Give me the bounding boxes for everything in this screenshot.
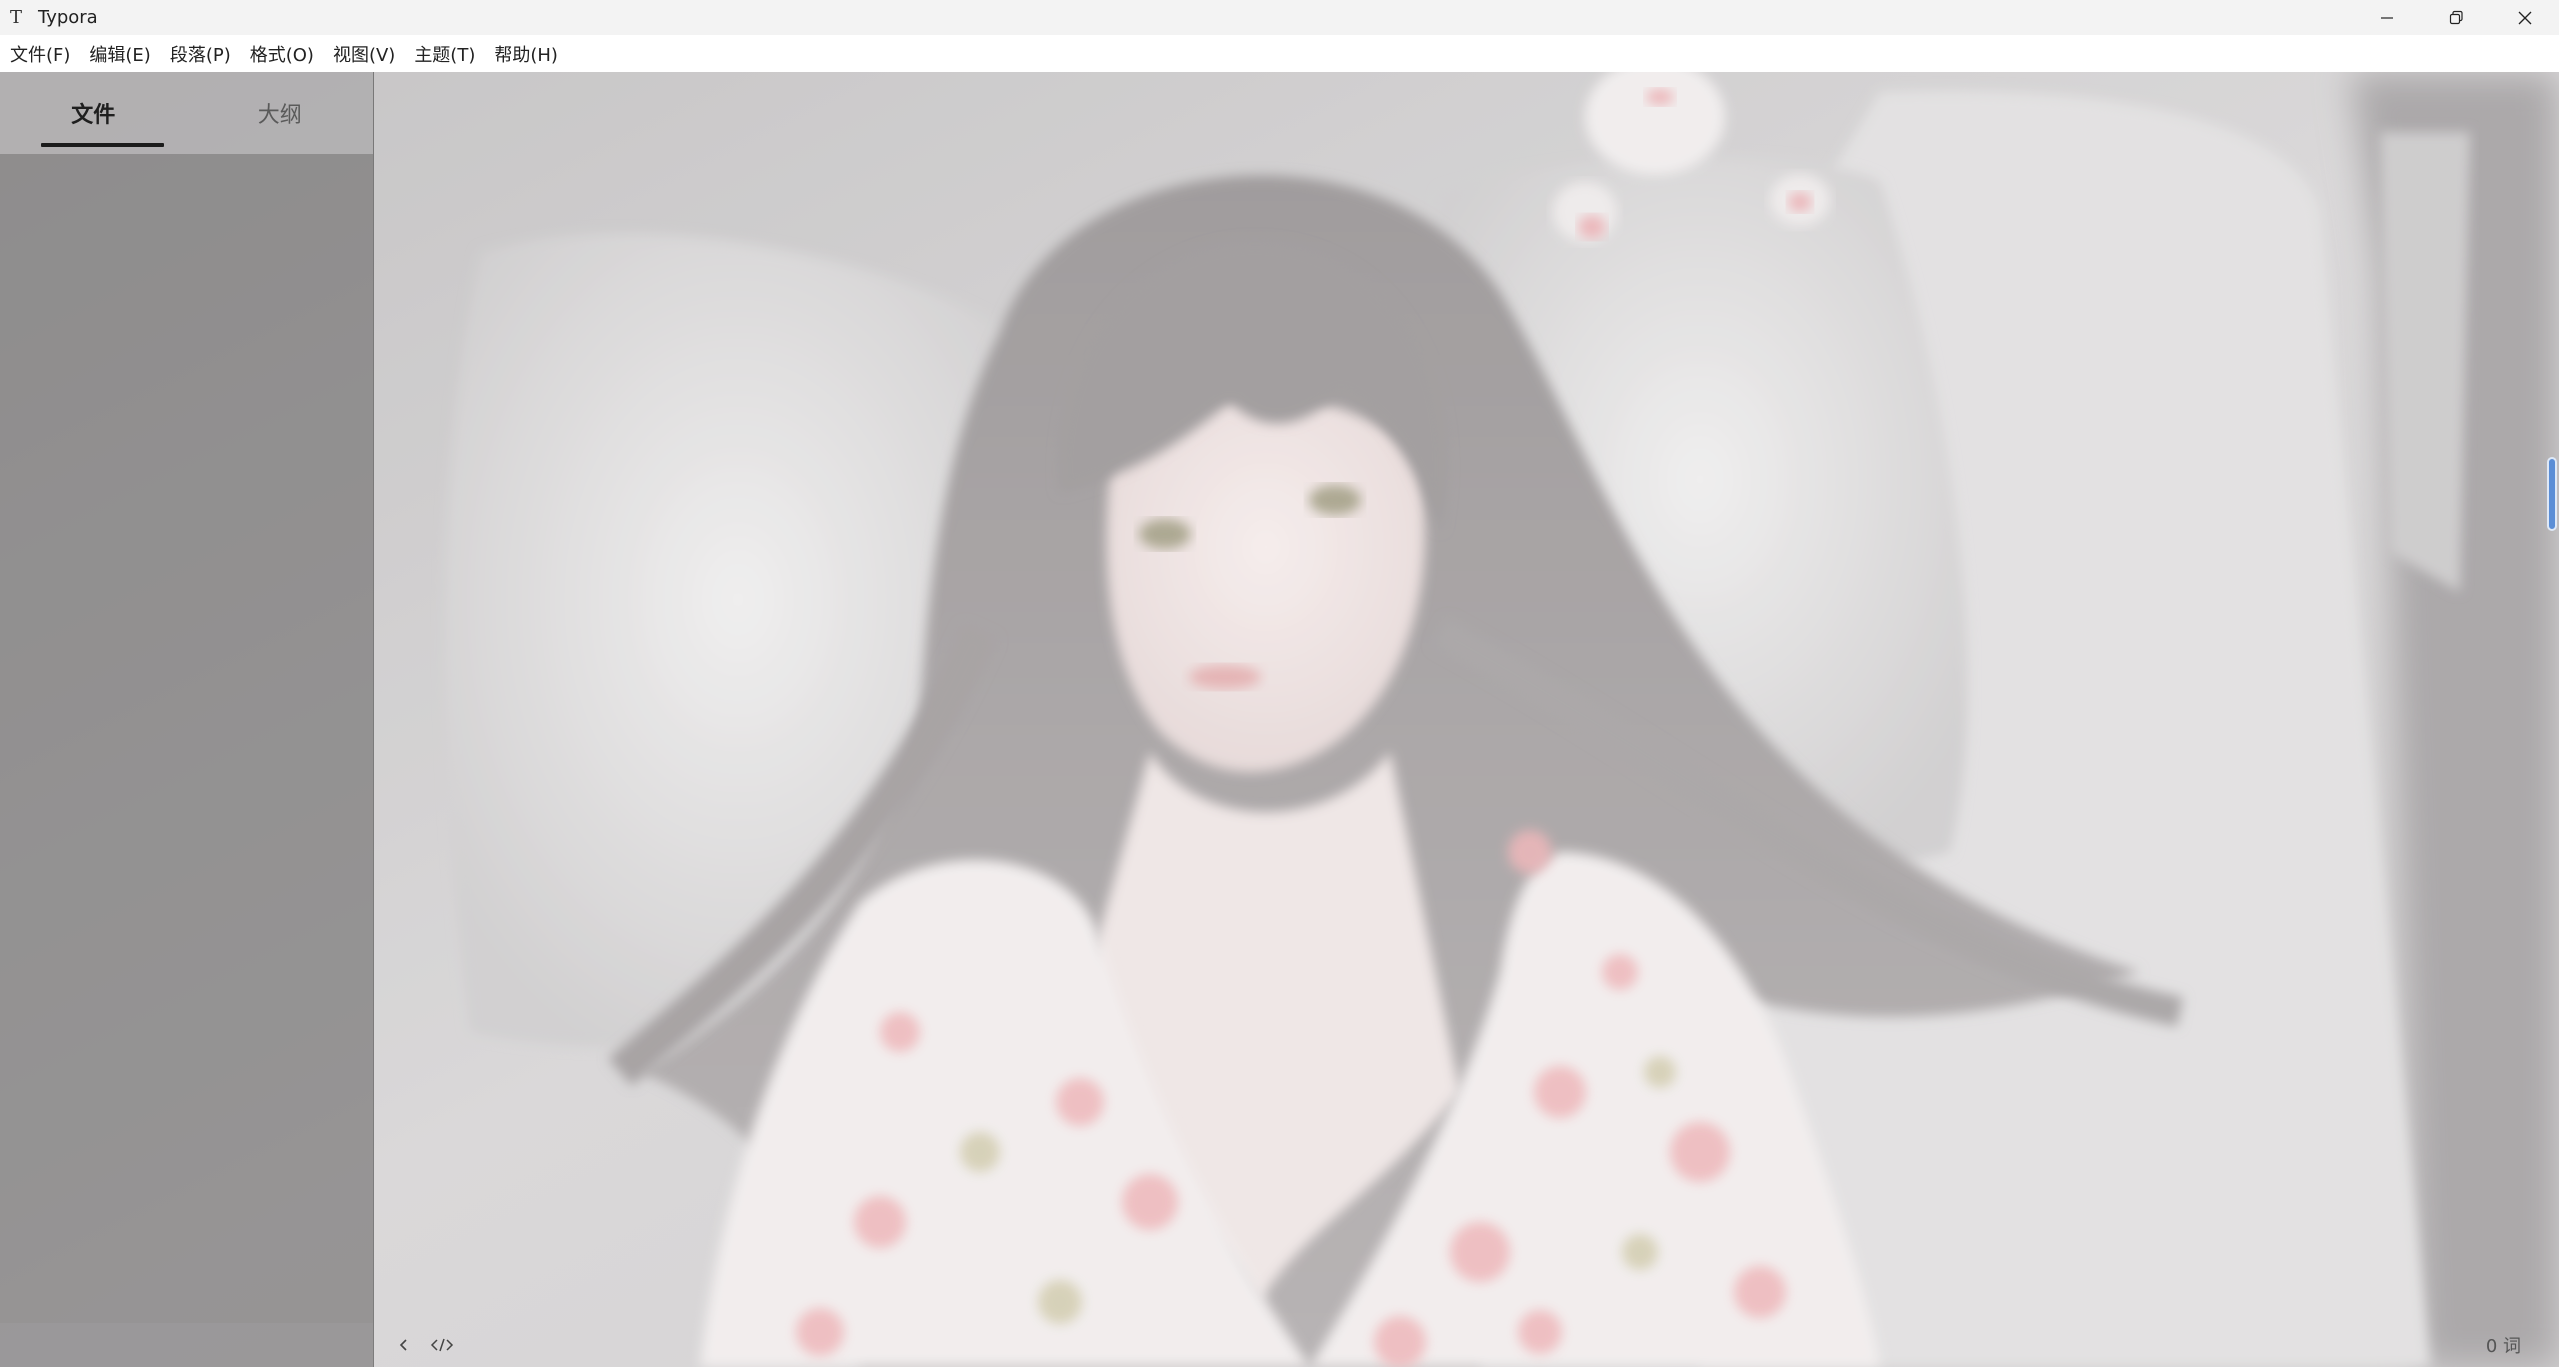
restore-button[interactable] (2421, 0, 2490, 35)
editor-area[interactable] (375, 72, 2545, 1323)
status-bar: 0 词 (375, 1323, 2559, 1367)
typora-app-icon: T (9, 7, 22, 28)
menu-file[interactable]: 文件(F) (2, 35, 78, 72)
sidebar-footer (0, 1323, 373, 1367)
sidebar-tabs: 文件 大纲 (0, 72, 373, 154)
word-count[interactable]: 0 词 (2486, 1332, 2521, 1358)
menu-help[interactable]: 帮助(H) (486, 35, 566, 72)
window-controls (2352, 0, 2559, 35)
window-title: Typora (38, 7, 98, 28)
toggle-sidebar-button[interactable] (385, 1326, 423, 1364)
title-bar: T Typora (0, 0, 2559, 35)
close-icon (2518, 11, 2531, 24)
scrollbar-thumb[interactable] (2547, 457, 2557, 531)
menu-bar: 文件(F) 编辑(E) 段落(P) 格式(O) 视图(V) 主题(T) 帮助(H… (0, 35, 2559, 72)
source-mode-button[interactable] (423, 1326, 461, 1364)
tab-files[interactable]: 文件 (0, 72, 187, 154)
menu-edit[interactable]: 编辑(E) (81, 35, 158, 72)
sidebar: 文件 大纲 (0, 72, 374, 1367)
chevron-left-icon (399, 1339, 407, 1351)
menu-theme[interactable]: 主题(T) (406, 35, 483, 72)
restore-icon (2449, 10, 2463, 24)
menu-paragraph[interactable]: 段落(P) (162, 35, 239, 72)
source-code-icon (430, 1338, 454, 1352)
menu-view[interactable]: 视图(V) (325, 35, 403, 72)
minimize-icon (2380, 16, 2393, 19)
menu-format[interactable]: 格式(O) (242, 35, 322, 72)
tab-outline[interactable]: 大纲 (187, 72, 374, 154)
minimize-button[interactable] (2352, 0, 2421, 35)
close-button[interactable] (2490, 0, 2559, 35)
